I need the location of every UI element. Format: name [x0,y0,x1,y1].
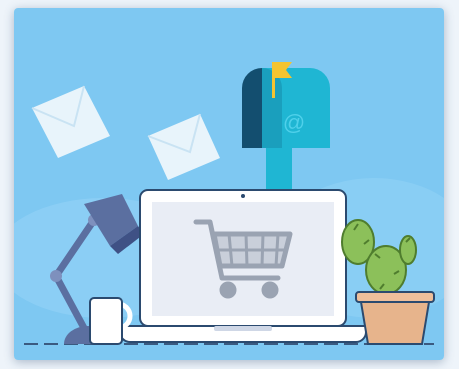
image-frame: @ [0,0,459,369]
mailbox-symbol: @ [283,110,305,135]
ecommerce-illustration: @ [14,8,444,360]
mailbox-post [266,146,292,196]
mailbox-icon [242,68,330,148]
illustration: @ [14,8,444,360]
